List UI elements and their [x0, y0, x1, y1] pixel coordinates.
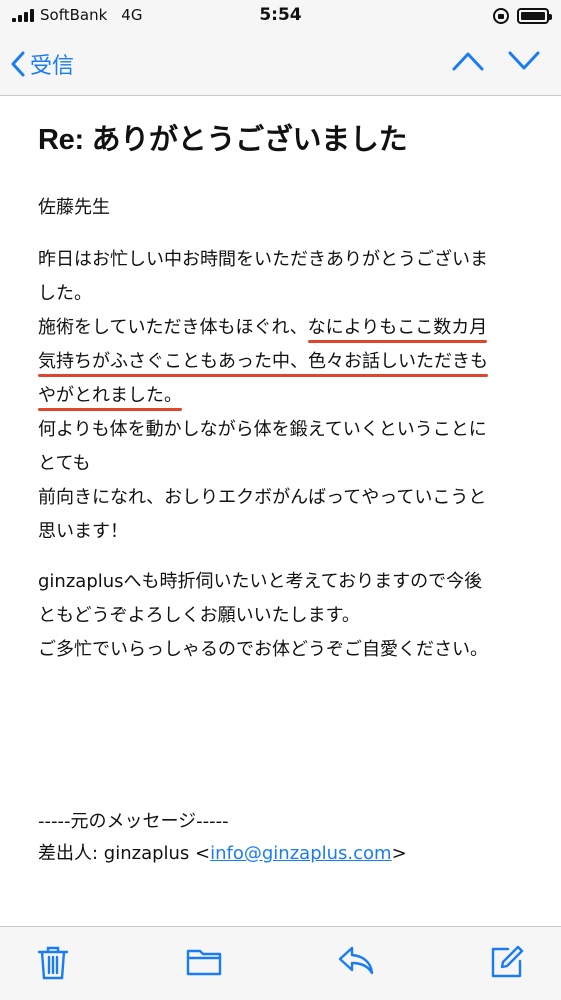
compose-icon — [491, 945, 524, 978]
next-message-button[interactable] — [507, 50, 541, 76]
chevron-left-icon — [11, 51, 25, 77]
reply-icon — [338, 946, 374, 975]
email-from-line: 差出人: ginzaplus <info@ginzaplus.com> — [38, 842, 407, 866]
chevron-down-icon — [508, 51, 540, 70]
delete-button[interactable] — [37, 945, 69, 985]
nav-bar: 受信 — [0, 34, 561, 96]
email-body-line: 気持ちがふさぐこともあった中、色々お話しいただきも — [38, 350, 488, 374]
message-navigation — [451, 50, 541, 76]
email-body-line: した。 — [38, 283, 92, 304]
from-prefix: 差出人: ginzaplus < — [38, 843, 211, 864]
email-body-line: 思います！ — [38, 521, 128, 542]
status-time: 5:54 — [259, 5, 302, 25]
email-body-line: ともどうぞよろしくお願いいたします。 — [38, 605, 360, 626]
email-subject: Re: ありがとうございました — [38, 124, 408, 156]
email-greeting: 佐藤先生 — [38, 197, 110, 218]
bottom-toolbar — [0, 926, 561, 1000]
email-body-line: ginzaplusへも時折伺いたいと考えておりますので今後 — [38, 571, 483, 592]
highlighted-text: やがとれました。 — [38, 385, 182, 406]
highlighted-text: 気持ちがふさぐこともあった中、色々お話しいただきも — [38, 351, 488, 372]
rotation-lock-icon — [493, 8, 509, 24]
battery-icon — [517, 8, 552, 24]
back-label: 受信 — [30, 54, 75, 79]
email-body-line: とても — [38, 453, 91, 474]
email-body-line: 何よりも体を動かしながら体を鍛えていくということに — [38, 419, 487, 440]
from-suffix: > — [391, 843, 407, 864]
chevron-up-icon — [452, 52, 484, 71]
from-email-link[interactable]: info@ginzaplus.com — [210, 843, 391, 864]
highlighted-text: なによりもここ数カ月 — [307, 317, 488, 338]
email-body-line: ご多忙でいらっしゃるのでお体どうぞご自愛ください。 — [38, 639, 488, 660]
back-button[interactable]: 受信 — [10, 48, 74, 80]
folder-icon — [186, 949, 222, 976]
status-bar: SoftBank 4G 5:54 — [0, 0, 561, 34]
email-body-line: やがとれました。 — [38, 384, 182, 408]
email-body-line: 昨日はお忙しい中お時間をいただきありがとうございま — [38, 249, 488, 270]
status-right — [493, 8, 552, 24]
compose-button[interactable] — [490, 945, 524, 983]
original-message-header: -----元のメッセージ----- — [38, 811, 229, 832]
email-body-line: 施術をしていただき体もほぐれ、なによりもここ数カ月 — [38, 316, 487, 340]
move-to-folder-button[interactable] — [186, 945, 222, 981]
previous-message-button[interactable] — [451, 50, 485, 76]
email-body-line: 前向きになれ、おしりエクボがんばってやっていこうと — [38, 487, 487, 508]
trash-icon — [37, 946, 69, 980]
reply-button[interactable] — [337, 945, 375, 981]
email-body-text: 施術をしていただき体もほぐれ、 — [38, 317, 308, 338]
